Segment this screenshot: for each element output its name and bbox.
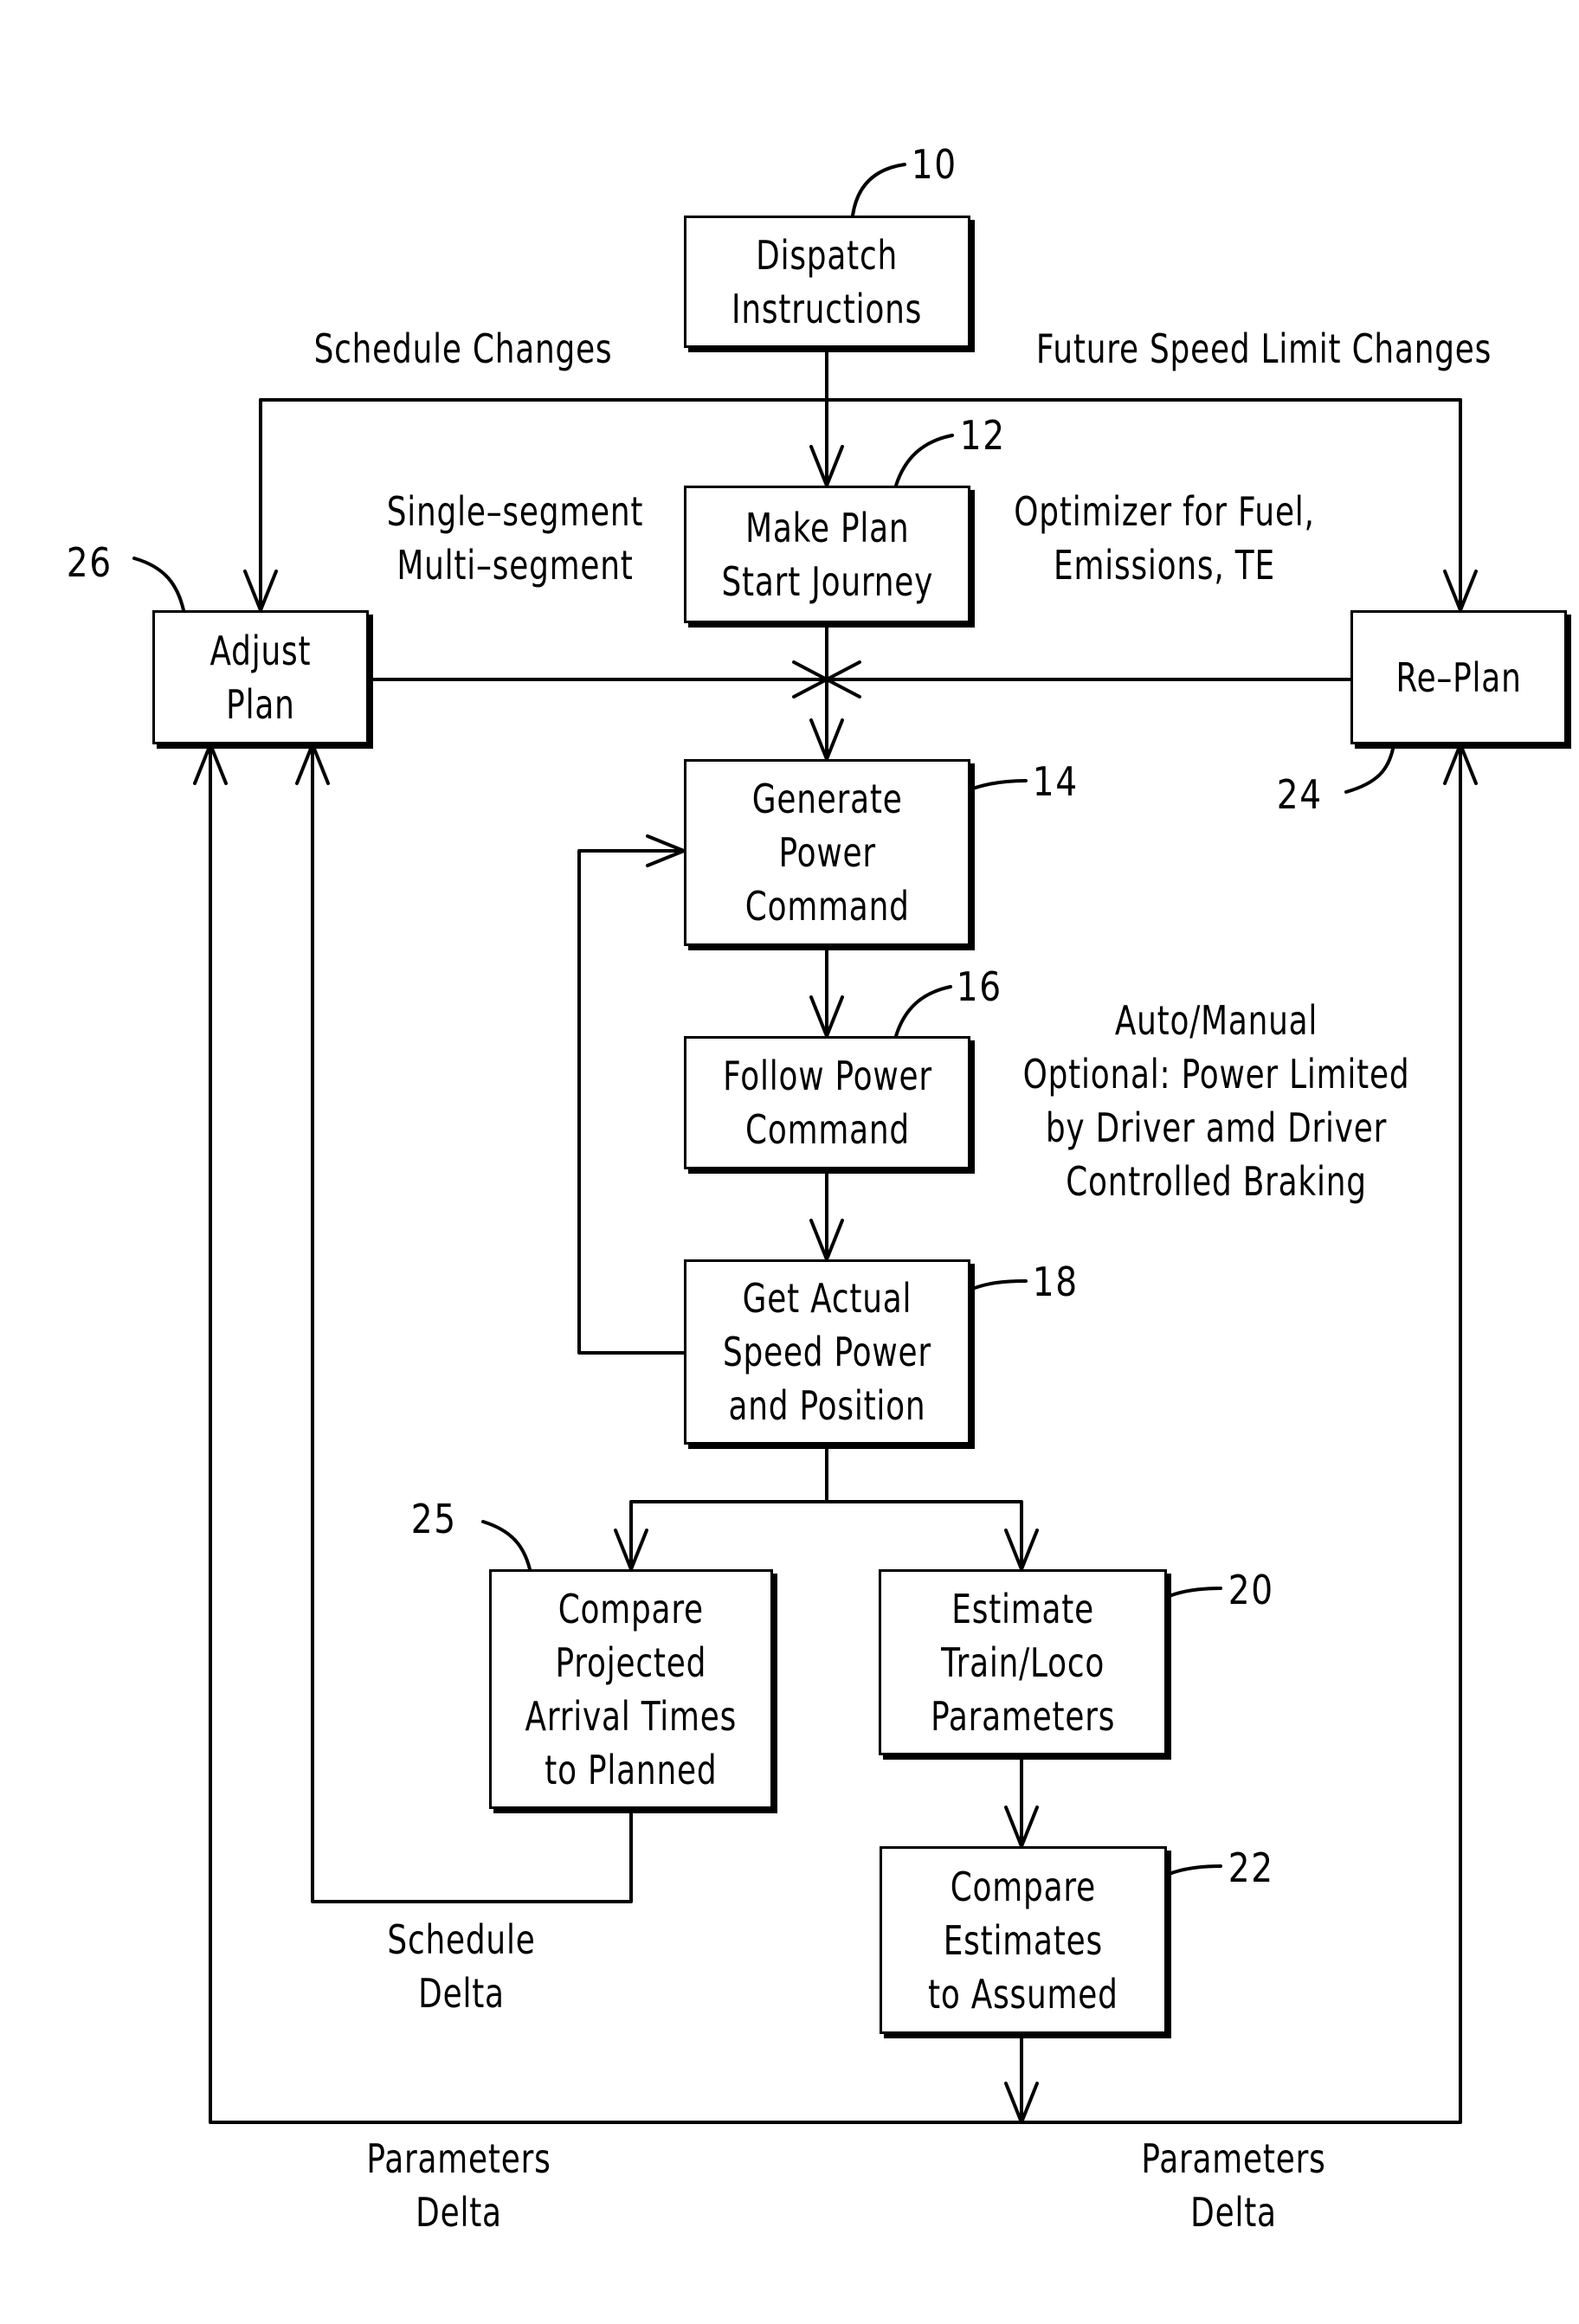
node-make-plan: Make Plan Start Journey	[684, 486, 970, 623]
leader-14	[969, 779, 1028, 791]
edge-18-14-loop	[577, 849, 686, 1355]
label-future-speed-limit-changes: Future Speed Limit Changes	[1035, 325, 1492, 372]
node-dispatch-instructions: Dispatch Instructions	[684, 216, 970, 348]
label-schedule-changes: Schedule Changes	[313, 325, 613, 372]
node-label: Estimate Train/Loco Parameters	[930, 1585, 1116, 1740]
ref-14: 14	[1032, 758, 1079, 805]
ref-10: 10	[911, 141, 957, 188]
node-label: Dispatch Instructions	[731, 231, 923, 332]
node-re-plan: Re–Plan	[1350, 610, 1567, 744]
node-estimate-parameters: Estimate Train/Loco Parameters	[879, 1569, 1167, 1755]
node-label: Follow Power Command	[722, 1053, 932, 1153]
ref-16: 16	[956, 963, 1002, 1010]
node-label: Generate Power Command	[744, 776, 910, 930]
node-generate-power-command: Generate Power Command	[684, 759, 970, 946]
leader-18	[969, 1279, 1028, 1291]
node-label: Re–Plan	[1395, 653, 1522, 701]
leader-16	[894, 985, 952, 1038]
ref-26: 26	[66, 539, 113, 586]
edge-branch-line	[629, 1500, 1023, 1571]
node-label: Compare Projected Arrival Times to Plann…	[525, 1585, 738, 1793]
node-get-actual-speed: Get Actual Speed Power and Position	[684, 1259, 970, 1445]
label-schedule-delta: Schedule Delta	[387, 1916, 536, 2017]
leader-12	[894, 434, 954, 487]
node-compare-arrival-times: Compare Projected Arrival Times to Plann…	[489, 1569, 773, 1809]
node-adjust-plan: Adjust Plan	[152, 610, 369, 744]
ref-25: 25	[410, 1496, 457, 1542]
node-label: Adjust Plan	[209, 627, 312, 728]
ref-24: 24	[1276, 771, 1323, 818]
label-optimizer: Optimizer for Fuel, Emissions, TE	[1014, 488, 1315, 589]
ref-18: 18	[1032, 1259, 1079, 1305]
leader-20	[1165, 1587, 1222, 1599]
label-segment-modes: Single–segment Multi–segment	[386, 488, 644, 589]
node-label: Make Plan Start Journey	[721, 504, 933, 605]
label-auto-manual: Auto/Manual Optional: Power Limited by D…	[1022, 997, 1410, 1205]
leader-24	[1344, 743, 1395, 794]
ref-22: 22	[1228, 1844, 1274, 1891]
leader-26	[132, 557, 185, 612]
node-label: Get Actual Speed Power and Position	[723, 1275, 931, 1429]
node-compare-estimates: Compare Estimates to Assumed	[880, 1846, 1167, 2034]
ref-12: 12	[959, 412, 1006, 459]
leader-25	[481, 1520, 532, 1571]
node-label: Compare Estimates to Assumed	[928, 1863, 1118, 2018]
leader-10	[851, 163, 906, 217]
ref-20: 20	[1228, 1567, 1274, 1613]
leader-22	[1165, 1864, 1222, 1877]
label-parameters-delta-left: Parameters Delta	[366, 2135, 551, 2236]
label-parameters-delta-right: Parameters Delta	[1141, 2135, 1326, 2236]
node-follow-power-command: Follow Power Command	[684, 1036, 970, 1169]
